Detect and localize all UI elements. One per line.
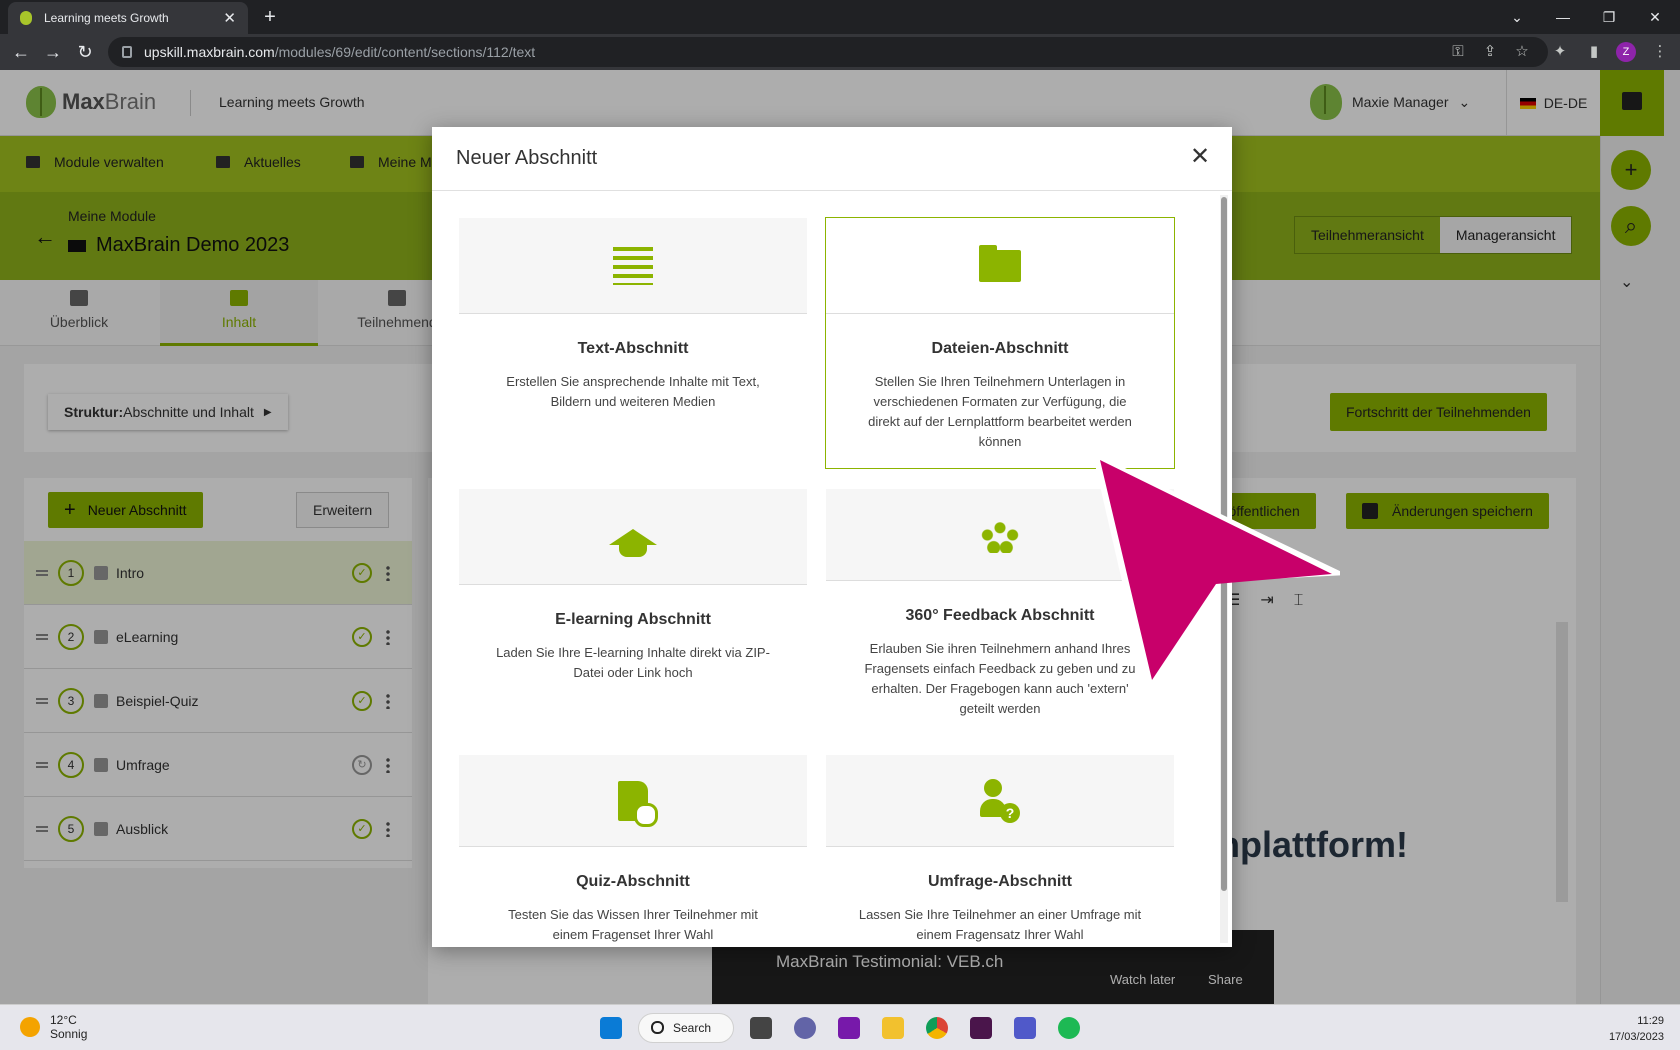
back-icon[interactable]: ← [6, 34, 36, 70]
new-tab-icon[interactable]: + [258, 6, 282, 30]
window-close-icon[interactable]: ✕ [1632, 4, 1678, 30]
dialog-title: Neuer Abschnitt [456, 147, 598, 169]
restore-icon[interactable]: ❐ [1586, 4, 1632, 30]
key-icon[interactable]: ⚿ [1446, 40, 1470, 64]
dialog-header: Neuer Abschnitt ✕ [432, 127, 1232, 191]
card-description: Laden Sie Ihre E-learning Inhalte direkt… [496, 645, 770, 680]
section-type-card-files[interactable]: Dateien-Abschnitt Stellen Sie Ihren Teil… [825, 217, 1175, 469]
url-path: /modules/69/edit/content/sections/112/te… [274, 44, 536, 60]
card-title: Dateien-Abschnitt [931, 340, 1069, 357]
spotify-icon[interactable] [1058, 1017, 1080, 1039]
card-description: Stellen Sie Ihren Teilnehmern Unterlagen… [868, 374, 1132, 449]
chrome-icon[interactable] [926, 1017, 948, 1039]
clock-time: 11:29 [1637, 1015, 1664, 1027]
side-panel-icon[interactable]: ▮ [1582, 40, 1606, 64]
address-bar[interactable]: upskill.maxbrain.com /modules/69/edit/co… [108, 37, 1548, 67]
section-type-card-quiz[interactable]: Quiz-Abschnitt Testen Sie das Wissen Ihr… [459, 755, 807, 945]
extensions-icon[interactable]: ✦ [1548, 40, 1572, 64]
task-view-icon[interactable] [750, 1017, 772, 1039]
dialog-bottom-edge [432, 947, 1232, 1004]
windows-start-icon[interactable] [600, 1017, 622, 1039]
favicon-icon [20, 11, 32, 25]
lock-icon [122, 46, 132, 58]
survey-person-icon [980, 778, 1020, 823]
bookmark-star-icon[interactable]: ☆ [1510, 40, 1534, 64]
pointer-annotation [1092, 452, 1340, 696]
section-type-card-text[interactable]: Text-Abschnitt Erstellen Sie ansprechend… [459, 218, 807, 468]
minimize-icon[interactable]: — [1540, 4, 1586, 30]
url-host: upskill.maxbrain.com [144, 44, 275, 60]
browser-toolbar: ← → ↻ upskill.maxbrain.com /modules/69/e… [0, 34, 1680, 70]
folder-icon [979, 244, 1021, 282]
browser-tab-bar: Learning meets Growth ✕ + ⌄ — ❐ ✕ [0, 0, 1680, 34]
card-description: Testen Sie das Wissen Ihrer Teilnehmer m… [508, 907, 758, 942]
browser-tab[interactable]: Learning meets Growth ✕ [8, 2, 248, 34]
share-icon[interactable]: ⇪ [1478, 40, 1502, 64]
weather-widget[interactable]: 12°C Sonnig [20, 1013, 87, 1041]
teams-icon[interactable] [1014, 1017, 1036, 1039]
slack-icon[interactable] [970, 1017, 992, 1039]
weather-condition: Sonnig [50, 1027, 88, 1041]
file-explorer-icon[interactable] [882, 1017, 904, 1039]
reload-icon[interactable]: ↻ [70, 34, 100, 70]
card-title: Quiz-Abschnitt [576, 873, 690, 890]
section-type-card-elearning[interactable]: E-learning Abschnitt Laden Sie Ihre E-le… [459, 489, 807, 739]
close-icon[interactable]: ✕ [1184, 141, 1216, 173]
card-description: Lassen Sie Ihre Teilnehmer an einer Umfr… [858, 907, 1142, 942]
browser-tab-title: Learning meets Growth [44, 11, 169, 25]
taskbar-search[interactable]: Search [638, 1013, 734, 1043]
card-description: Erstellen Sie ansprechende Inhalte mit T… [506, 374, 760, 409]
forward-icon[interactable]: → [38, 34, 68, 70]
temperature: 12°C [50, 1013, 77, 1027]
teams-chat-icon[interactable] [794, 1017, 816, 1039]
people-group-icon [979, 516, 1021, 553]
taskbar: 12°C Sonnig Search 11:29 17/03/2023 [0, 1004, 1680, 1050]
section-type-card-survey[interactable]: Umfrage-Abschnitt Lassen Sie Ihre Teilne… [826, 755, 1174, 945]
clock-date: 17/03/2023 [1608, 1031, 1664, 1043]
onenote-icon[interactable] [838, 1017, 860, 1039]
graduation-cap-icon [609, 528, 657, 557]
close-tab-icon[interactable]: ✕ [223, 9, 236, 27]
sun-icon [20, 1017, 40, 1037]
card-title: E-learning Abschnitt [555, 611, 711, 628]
card-title: Umfrage-Abschnitt [927, 873, 1072, 890]
tab-search-icon[interactable]: ⌄ [1494, 4, 1540, 30]
browser-menu-icon[interactable]: ⋮ [1648, 40, 1672, 64]
system-clock[interactable]: 11:29 17/03/2023 [1580, 1013, 1664, 1045]
card-title: Text-Abschnitt [577, 340, 689, 357]
quiz-document-icon [618, 780, 658, 827]
text-lines-icon [613, 246, 653, 285]
profile-avatar[interactable]: Z [1616, 42, 1636, 62]
